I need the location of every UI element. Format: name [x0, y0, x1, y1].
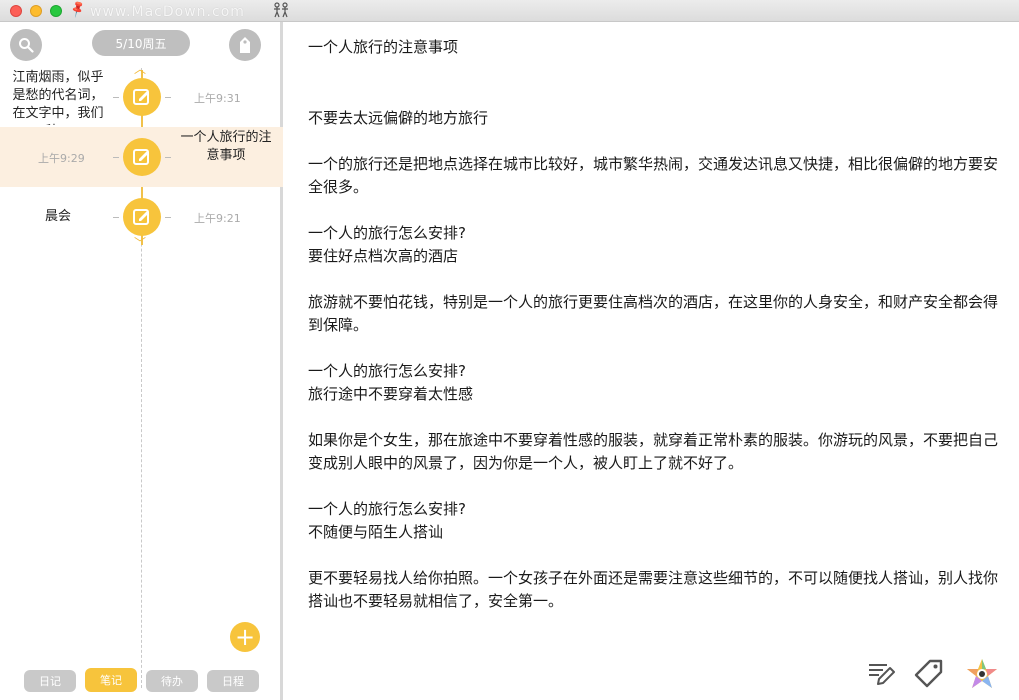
mood-button[interactable]	[966, 658, 997, 688]
entry-time: 上午9:21	[194, 212, 241, 225]
edit-note-icon	[133, 89, 149, 105]
plus-icon: +	[234, 623, 256, 651]
pin-icon[interactable]: 📌	[68, 0, 88, 19]
tab-diary[interactable]: 日记	[24, 670, 76, 692]
edit-note-button[interactable]	[866, 658, 896, 688]
note-paragraph: 不随便与陌生人搭讪	[308, 523, 444, 541]
minimize-window-button[interactable]	[30, 5, 42, 17]
star-color-icon	[967, 659, 997, 688]
timeline-dash	[165, 97, 171, 98]
zoom-window-button[interactable]	[50, 5, 62, 17]
edit-note-icon	[133, 149, 149, 165]
note-paragraph: 旅游就不要怕花钱，特别是一个人的旅行更要住高档次的酒店，在这里你的人身安全，和财…	[308, 293, 999, 334]
search-button[interactable]	[10, 29, 42, 61]
note-paragraph: 一个的旅行还是把地点选择在城市比较好，城市繁华热闹，交通发达讯息又快捷，相比很偏…	[308, 155, 999, 196]
close-window-button[interactable]	[10, 5, 22, 17]
tab-todo[interactable]: 待办	[146, 670, 198, 692]
note-paragraph: 更不要轻易找人给你拍照。一个女孩子在外面还是需要注意这些细节的，不可以随便找人搭…	[308, 569, 999, 610]
entry-time: 上午9:29	[38, 152, 85, 165]
search-icon	[19, 38, 34, 53]
note-paragraph: 不要去太远偏僻的地方旅行	[308, 109, 489, 127]
entry-title: 一个人旅行的注意事项	[180, 130, 272, 163]
tag-note-button[interactable]	[914, 658, 944, 688]
edit-note-icon	[133, 209, 149, 225]
note-entry-badge[interactable]	[123, 198, 161, 236]
entry-time: 上午9:31	[194, 92, 241, 105]
app-window: 📌 www.MacDown.com 5/10周五 ︿ ﹀ 江南烟雨，似乎是愁的代…	[0, 0, 1019, 700]
note-paragraph: 一个人的旅行怎么安排?	[308, 224, 466, 242]
tag-button[interactable]	[229, 29, 261, 61]
entry-title: 江南烟雨，似乎是愁的代名词，在文字中，我们种下	[12, 70, 104, 125]
timeline-dash	[113, 217, 119, 218]
add-entry-button[interactable]: +	[230, 622, 260, 652]
note-title: 一个人旅行的注意事项	[308, 38, 459, 56]
pencil-edit-icon	[869, 664, 895, 685]
note-paragraph: 旅行途中不要穿着太性感	[308, 385, 474, 403]
timeline-dash	[165, 157, 171, 158]
timeline-dash	[165, 217, 171, 218]
timeline-sidebar: 5/10周五 ︿ ﹀ 江南烟雨，似乎是愁的代名词，在文字中，我们种下 上午9:3…	[0, 22, 283, 700]
date-selector[interactable]: 5/10周五	[92, 30, 190, 56]
tag-icon	[240, 37, 250, 53]
note-paragraph: 要住好点档次高的酒店	[308, 247, 459, 265]
timeline-entry-selected[interactable]: 上午9:29 一个人旅行的注意事项	[0, 127, 283, 187]
timeline-dash	[113, 157, 119, 158]
people-icon	[272, 2, 290, 22]
tab-notes[interactable]: 笔记	[85, 668, 137, 692]
note-editor[interactable]: 一个人旅行的注意事项 不要去太远偏僻的地方旅行 一个的旅行还是把地点选择在城市比…	[286, 22, 1019, 700]
note-paragraph: 如果你是个女生，那在旅途中不要穿着性感的服装，就穿着正常朴素的服装。你游玩的风景…	[308, 431, 999, 472]
watermark: www.MacDown.com	[90, 4, 245, 20]
tag-icon	[914, 659, 943, 688]
note-entry-badge[interactable]	[123, 138, 161, 176]
timeline-entry[interactable]: 江南烟雨，似乎是愁的代名词，在文字中，我们种下 上午9:31	[0, 67, 283, 127]
timeline-entry[interactable]: 晨会 上午9:21	[0, 187, 283, 247]
note-entry-badge[interactable]	[123, 78, 161, 116]
timeline-dash	[113, 97, 119, 98]
note-paragraph: 一个人的旅行怎么安排?	[308, 500, 466, 518]
note-body[interactable]: 一个人旅行的注意事项 不要去太远偏僻的地方旅行 一个的旅行还是把地点选择在城市比…	[308, 36, 998, 613]
note-paragraph: 一个人的旅行怎么安排?	[308, 362, 466, 380]
tab-schedule[interactable]: 日程	[207, 670, 259, 692]
entry-title: 晨会	[44, 209, 71, 224]
title-bar: 📌 www.MacDown.com	[0, 0, 1019, 22]
